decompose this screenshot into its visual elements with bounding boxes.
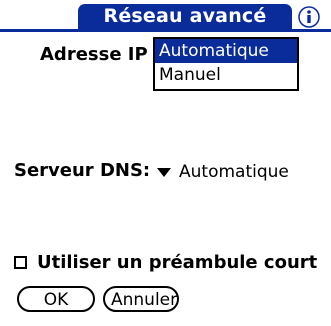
short-preamble-label[interactable]: Utiliser un préambule court: [37, 252, 317, 273]
title-bar: Réseau avancé: [0, 4, 331, 32]
ok-button[interactable]: OK: [17, 286, 95, 312]
info-icon[interactable]: [298, 6, 320, 28]
ip-option-automatique[interactable]: Automatique: [155, 39, 297, 63]
triangle-down-icon: [157, 167, 171, 177]
short-preamble-checkbox[interactable]: [14, 256, 27, 269]
ip-option-manuel[interactable]: Manuel: [155, 63, 297, 87]
dns-value: Automatique: [179, 162, 289, 182]
dns-server-label: Serveur DNS:: [14, 160, 151, 181]
ip-address-label: Adresse IP: [40, 44, 148, 65]
cancel-button[interactable]: Annuler: [103, 286, 179, 312]
title-underline: [0, 29, 331, 32]
ip-mode-popup-list[interactable]: Automatique Manuel: [153, 37, 299, 91]
short-preamble-row[interactable]: Utiliser un préambule court: [14, 252, 317, 273]
dns-popup-trigger[interactable]: Automatique: [157, 160, 289, 184]
dialog-title: Réseau avancé: [103, 5, 267, 27]
